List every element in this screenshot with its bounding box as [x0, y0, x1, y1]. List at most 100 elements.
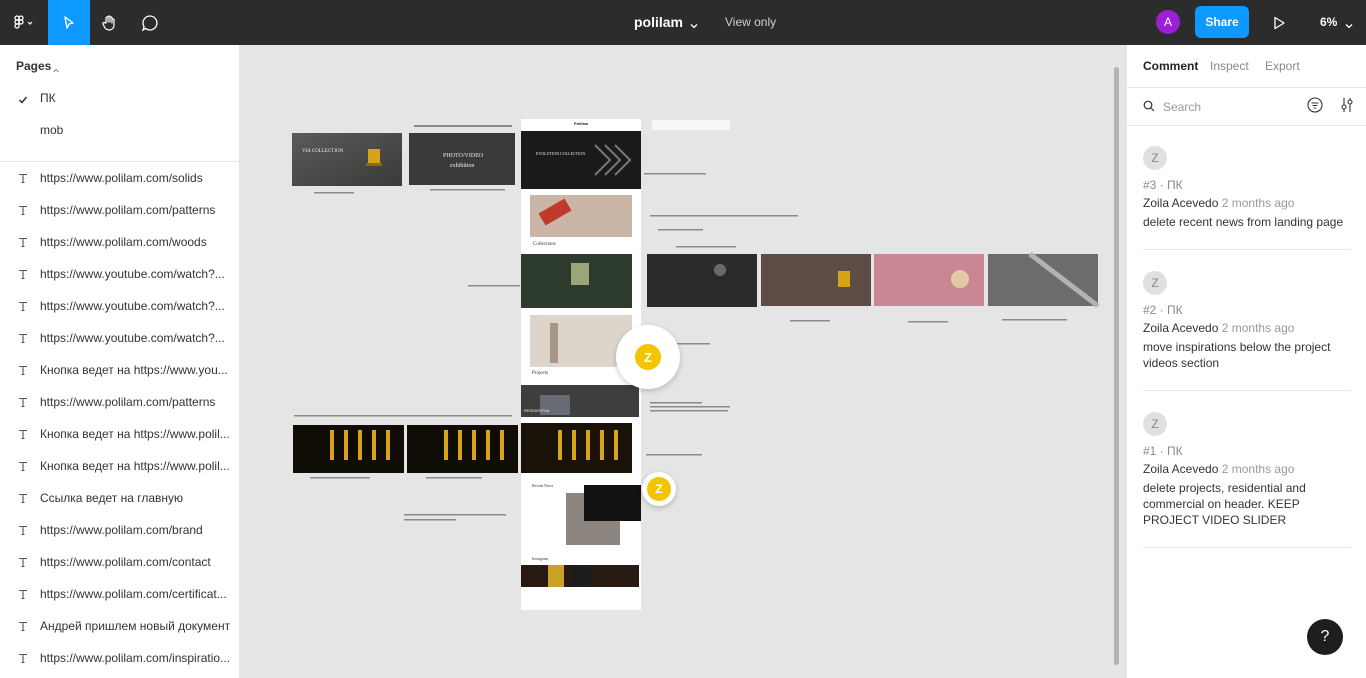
layer-item[interactable]: https://www.polilam.com/patterns [0, 194, 240, 226]
filter-icon[interactable] [1307, 97, 1323, 118]
layer-item[interactable]: https://www.polilam.com/solids [0, 162, 240, 194]
text-layer-icon [17, 523, 29, 541]
comment-time: 2 months ago [1221, 196, 1295, 210]
frame-recent-news: Recent News [532, 483, 554, 488]
move-tool-button[interactable] [48, 0, 90, 45]
page-item-mob[interactable]: mob [40, 123, 63, 137]
text-layer-icon [17, 651, 29, 669]
file-title[interactable]: polilam [634, 14, 683, 30]
layer-label: https://www.polilam.com/contact [40, 555, 211, 569]
tab-export[interactable]: Export [1265, 59, 1300, 73]
comment-pin-initial: Z [647, 477, 671, 501]
design-canvas[interactable]: VIA COLLECTION PHOTO/VIDEO exhibition EV… [240, 45, 1126, 678]
text-layer-icon [17, 331, 29, 349]
frame-title-via: VIA COLLECTION [302, 149, 344, 154]
layer-item[interactable]: https://www.polilam.com/inspiratio... [0, 642, 240, 674]
hand-tool-button[interactable] [90, 0, 130, 45]
layer-item[interactable]: Кнопка ведет на https://www.polil... [0, 450, 240, 482]
tabs-divider [1127, 87, 1366, 88]
tab-inspect[interactable]: Inspect [1210, 59, 1249, 73]
chevron-up-icon[interactable] [52, 62, 60, 80]
user-avatar[interactable]: A [1156, 10, 1180, 34]
text-layer-icon [17, 299, 29, 317]
search-icon [1143, 99, 1155, 117]
text-layer-icon [17, 587, 29, 605]
layer-item[interactable]: https://www.polilam.com/brand [0, 514, 240, 546]
zoom-chevron-icon[interactable] [1344, 18, 1354, 36]
comment-author: Zoila Acevedo [1143, 462, 1219, 476]
page-item-pk[interactable]: ПК [40, 91, 56, 105]
comment-text: move inspirations below the project vide… [1143, 340, 1331, 370]
comment-thread[interactable]: Z #1 · ПК Zoila Acevedo 2 months ago delete… [1143, 412, 1351, 528]
layer-item[interactable]: Андрей пришлем новый документ [0, 610, 240, 642]
text-layer-icon [17, 491, 29, 509]
frame-subtitle-exhibition: exhibition [450, 163, 475, 169]
layer-label: Кнопка ведет на https://www.polil... [40, 459, 230, 473]
text-layer-icon [17, 363, 29, 381]
tab-comment[interactable]: Comment [1143, 59, 1198, 73]
checkmark-icon [18, 92, 28, 110]
layer-label: https://www.youtube.com/watch?... [40, 299, 225, 313]
layer-label: https://www.polilam.com/woods [40, 235, 207, 249]
chevron-down-icon[interactable] [689, 18, 699, 36]
comment-pin-small[interactable]: Z [642, 472, 676, 506]
zoom-level[interactable]: 6% [1320, 15, 1337, 29]
present-button[interactable] [1264, 0, 1294, 45]
layer-label: https://www.polilam.com/certificat... [40, 587, 227, 601]
comment-text: delete projects, residential and commerc… [1143, 481, 1306, 527]
comment-divider [1143, 249, 1351, 250]
text-layer-icon [17, 427, 29, 445]
comment-time: 2 months ago [1221, 321, 1295, 335]
layer-item[interactable]: https://www.polilam.com/woods [0, 226, 240, 258]
layer-item[interactable]: https://www.youtube.com/watch?... [0, 322, 240, 354]
layer-label: https://www.youtube.com/watch?... [40, 267, 225, 281]
text-layer-icon [17, 555, 29, 573]
layer-item[interactable]: https://www.polilam.com/certificat... [0, 578, 240, 610]
comment-text: delete recent news from landing page [1143, 215, 1344, 229]
settings-sliders-icon[interactable] [1340, 97, 1354, 118]
comment-thread[interactable]: Z #2 · ПК Zoila Acevedo 2 months ago move i… [1143, 271, 1351, 371]
comment-tool-button[interactable] [130, 0, 170, 45]
view-mode-label: View only [725, 15, 777, 29]
comment-time: 2 months ago [1221, 462, 1295, 476]
figma-logo-icon [13, 14, 35, 31]
canvas-scrollbar[interactable] [1114, 67, 1119, 665]
text-layer-icon [17, 203, 29, 221]
comment-meta: #2 · ПК [1143, 303, 1183, 317]
layer-label: Кнопка ведет на https://www.you... [40, 363, 228, 377]
layers-panel: Pages ПК mob https://www.polilam.com/sol… [0, 45, 240, 678]
layer-item[interactable]: https://www.polilam.com/patterns [0, 386, 240, 418]
layer-item[interactable]: Ссылка ведет на главную [0, 482, 240, 514]
layer-item[interactable]: https://www.youtube.com/watch?... [0, 258, 240, 290]
share-button[interactable]: Share [1195, 6, 1249, 38]
layer-label: Андрей пришлем новый документ [40, 619, 231, 633]
main-menu-button[interactable] [0, 0, 48, 45]
move-tool-icon [61, 15, 77, 31]
comment-avatar: Z [1143, 146, 1167, 170]
pages-header[interactable]: Pages [16, 59, 51, 73]
frame-logo: Polilam [574, 121, 589, 126]
layer-label: https://www.polilam.com/solids [40, 171, 203, 185]
text-layer-icon [17, 619, 29, 637]
layer-label: Ссылка ведет на главную [40, 491, 183, 505]
layer-item[interactable]: Кнопка ведет на https://www.polil... [0, 418, 240, 450]
text-layer-icon [17, 267, 29, 285]
frame-title-evolution: EVOLUTION COLLECTION [536, 151, 586, 156]
canvas-artwork [292, 119, 1100, 610]
layer-item[interactable]: https://www.youtube.com/watch?... [0, 290, 240, 322]
top-toolbar: polilam View only A Share 6% [0, 0, 1366, 45]
hand-tool-icon [101, 14, 119, 32]
layer-label: https://www.polilam.com/inspiratio... [40, 651, 231, 665]
layer-label: https://www.polilam.com/patterns [40, 395, 216, 409]
comment-thread[interactable]: Z #3 · ПК Zoila Acevedo 2 months ago delete… [1143, 146, 1351, 230]
layer-item[interactable]: Кнопка ведет на https://www.you... [0, 354, 240, 386]
present-play-icon [1272, 16, 1286, 30]
frame-projects: Projects [532, 371, 549, 376]
help-button[interactable]: ? [1307, 619, 1343, 655]
text-layer-icon [17, 171, 29, 189]
frame-title-photo: PHOTO/VIDEO [443, 153, 484, 159]
comment-search-input[interactable] [1163, 98, 1293, 116]
comment-tool-icon [141, 14, 159, 32]
layer-item[interactable]: https://www.polilam.com/contact [0, 546, 240, 578]
comment-pin-large[interactable]: Z [616, 325, 680, 389]
